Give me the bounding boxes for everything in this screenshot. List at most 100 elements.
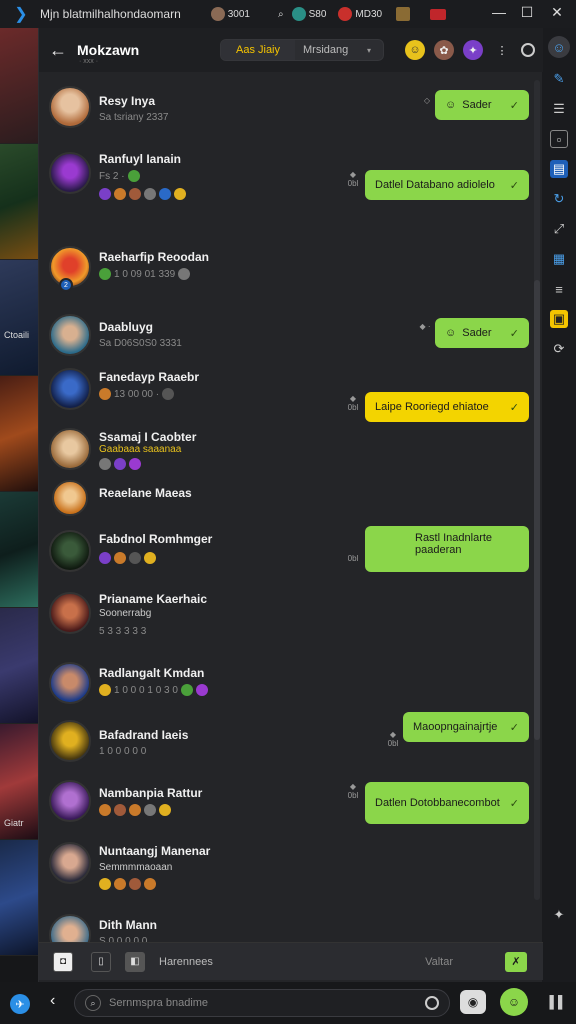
badge-icon: [174, 188, 186, 200]
list-item[interactable]: 2 Raeharfip Reoodan 1 0 09 01 339: [39, 220, 529, 292]
avatar: [49, 842, 91, 884]
contact-subtext: 1 0 0 0 0 0: [99, 746, 147, 757]
emoji: ☺: [445, 327, 457, 339]
scrollbar[interactable]: [534, 80, 540, 900]
contact-subtext: 13 00 00 ·: [114, 388, 160, 400]
game-thumbnail-icon[interactable]: [396, 7, 411, 21]
camera-button[interactable]: ◉: [460, 990, 486, 1014]
camera-circle-icon[interactable]: [425, 996, 439, 1010]
list-item[interactable]: Ranfuyl Ianain Fs 2 · ◆ 0bl Datlel Datab…: [39, 146, 529, 220]
maximize-button[interactable]: ☐: [518, 4, 536, 21]
sync-icon[interactable]: ⟳: [550, 340, 568, 358]
message-bubble[interactable]: ☺ Sader ✓: [435, 318, 529, 348]
avatar: [49, 428, 91, 470]
badge-icon: [99, 388, 111, 400]
sticker-icon[interactable]: ◧: [125, 951, 145, 972]
badge-icon: [144, 878, 156, 890]
search-icon[interactable]: ⌕: [278, 9, 284, 20]
avatar: [49, 152, 91, 194]
record-icon[interactable]: [430, 8, 447, 20]
minimize-button[interactable]: —: [490, 4, 508, 20]
note-icon[interactable]: ▣: [550, 310, 568, 328]
list-item[interactable]: Resy Inya Sa tsriany 2337 ◇ ☺ Sader ✓: [39, 86, 529, 146]
message-meta: ◆ 0bl: [347, 394, 359, 412]
avatar: [52, 480, 88, 516]
contact-name: Fanedayp Raaebr: [99, 370, 200, 384]
avatar: [49, 314, 91, 356]
close-button[interactable]: ✕: [548, 4, 566, 21]
list-item[interactable]: Reaelane Maeas: [39, 480, 529, 526]
titlebar-status-chip-3[interactable]: MD30: [338, 7, 382, 21]
settings-circle-icon[interactable]: [521, 43, 535, 57]
window-titlebar: ❯ Mjn blatmilhalhondaomarn 3001 ⌕ S80 MD…: [0, 0, 576, 28]
tab-active[interactable]: Aas Jiaiy: [221, 40, 295, 60]
menu-icon[interactable]: ☰: [550, 100, 568, 118]
badge-icon: [195, 684, 208, 696]
contact-subtext: Semmmmaoaan: [99, 862, 173, 873]
app-logo-icon: ❯: [14, 6, 28, 23]
list-item[interactable]: Nambanpia Rattur ◆ 0bl Datlen Dotobbanec…: [39, 780, 529, 842]
contact-subtext: Sa tsriany 2337: [99, 112, 169, 123]
send-button[interactable]: ✗: [505, 951, 527, 972]
contact-badges: [99, 188, 186, 200]
calendar-icon[interactable]: ▤: [550, 160, 568, 178]
contact-name: Nambanpia Rattur: [99, 786, 203, 800]
message-bubble[interactable]: Rastl Inadnlarte paaderan: [365, 526, 529, 572]
settings-icon[interactable]: ✦: [550, 906, 568, 924]
list-item[interactable]: Fanedayp Raaebr 13 00 00 · ◆ 0bl Laipe R…: [39, 364, 529, 424]
link-icon[interactable]: ✎: [550, 70, 568, 88]
art-label: Giatr: [4, 818, 24, 828]
window-icon[interactable]: ▫: [550, 130, 568, 148]
contact-name: Raeharfip Reoodan: [99, 250, 210, 264]
list-item[interactable]: Prianame Kaerhaic Soonerrabg 5 3 3 3 3 3: [39, 588, 529, 666]
contact-badges: [99, 458, 141, 470]
composer-status: Valtar: [425, 955, 453, 968]
emoji-button[interactable]: ☺: [500, 988, 528, 1016]
badge-icon: [162, 388, 175, 400]
message-bubble[interactable]: Datlel Databano adiolelo ✓: [365, 170, 529, 200]
list-item[interactable]: Ssamaj I Caobter Gaabaaa saaanaa: [39, 424, 529, 484]
filter-segmented-control[interactable]: Aas Jiaiy Mrsidang ▾: [220, 39, 384, 61]
camera-icon[interactable]: ◘: [53, 951, 73, 972]
tab-dropdown[interactable]: Mrsidang: [295, 40, 367, 60]
badge-icon: [99, 188, 111, 200]
back-button[interactable]: ‹: [50, 992, 55, 1010]
message-bubble[interactable]: ☺ Sader ✓: [435, 90, 529, 120]
badge-icon: [99, 684, 111, 696]
message-meta: ◆ 0bl: [347, 782, 359, 800]
header-actions: ☺ ✿ ✦ ⋮: [405, 40, 535, 60]
list-item[interactable]: Bafadrand Iaeis 1 0 0 0 0 0 ◆ 0bl Maoopn…: [39, 712, 529, 780]
titlebar-status-chip-1[interactable]: 3001: [210, 7, 250, 21]
list-icon[interactable]: ≡: [550, 280, 568, 298]
message-meta: ◇: [423, 96, 431, 105]
contact-name: Ranfuyl Ianain: [99, 152, 182, 166]
titlebar-status-chip-2[interactable]: S80: [291, 7, 326, 21]
emoji-icon[interactable]: ☺: [405, 40, 425, 60]
contact-subtext: Fs 2 ·: [99, 170, 125, 182]
search-input[interactable]: ⌕ Sernmspra bnadime: [74, 989, 450, 1017]
message-bubble[interactable]: Datlen Dotobbanecombot ✓: [365, 782, 529, 824]
message-text: Maoopngainajrtje: [413, 721, 498, 733]
profile-icon[interactable]: ☺: [548, 36, 570, 58]
expand-icon[interactable]: ⤢: [550, 220, 568, 238]
scrollbar-thumb[interactable]: [534, 280, 540, 740]
refresh-icon[interactable]: ↻: [550, 190, 568, 208]
grid-icon[interactable]: ▦: [550, 250, 568, 268]
list-item[interactable]: Fabdnol Romhmger 0bl Rastl Inadnlarte pa…: [39, 526, 529, 596]
attachment-icon[interactable]: ▯: [91, 951, 111, 972]
message-bubble[interactable]: Laipe Rooriegd ehiatoe ✓: [365, 392, 529, 422]
more-options-icon[interactable]: ⋮: [492, 40, 512, 60]
badge-icon: [159, 804, 171, 816]
list-item[interactable]: Nuntaangj Manenar Semmmmaoaan: [39, 842, 529, 912]
friend-avatar-icon[interactable]: ✿: [434, 40, 454, 60]
alert-icon: [338, 7, 353, 21]
composer-placeholder[interactable]: Harennees: [159, 956, 213, 968]
badge-icon[interactable]: ✦: [463, 40, 483, 60]
app-home-icon[interactable]: ✈: [10, 994, 30, 1014]
chevron-down-icon[interactable]: ▾: [367, 40, 383, 60]
message-bubble[interactable]: Maoopngainajrtje ✓: [403, 712, 529, 742]
page-title: Mokzawn: [77, 42, 140, 58]
stats-icon[interactable]: ▌▌: [544, 988, 572, 1016]
back-arrow-icon[interactable]: ←: [49, 40, 77, 61]
art-tile: [0, 144, 40, 260]
